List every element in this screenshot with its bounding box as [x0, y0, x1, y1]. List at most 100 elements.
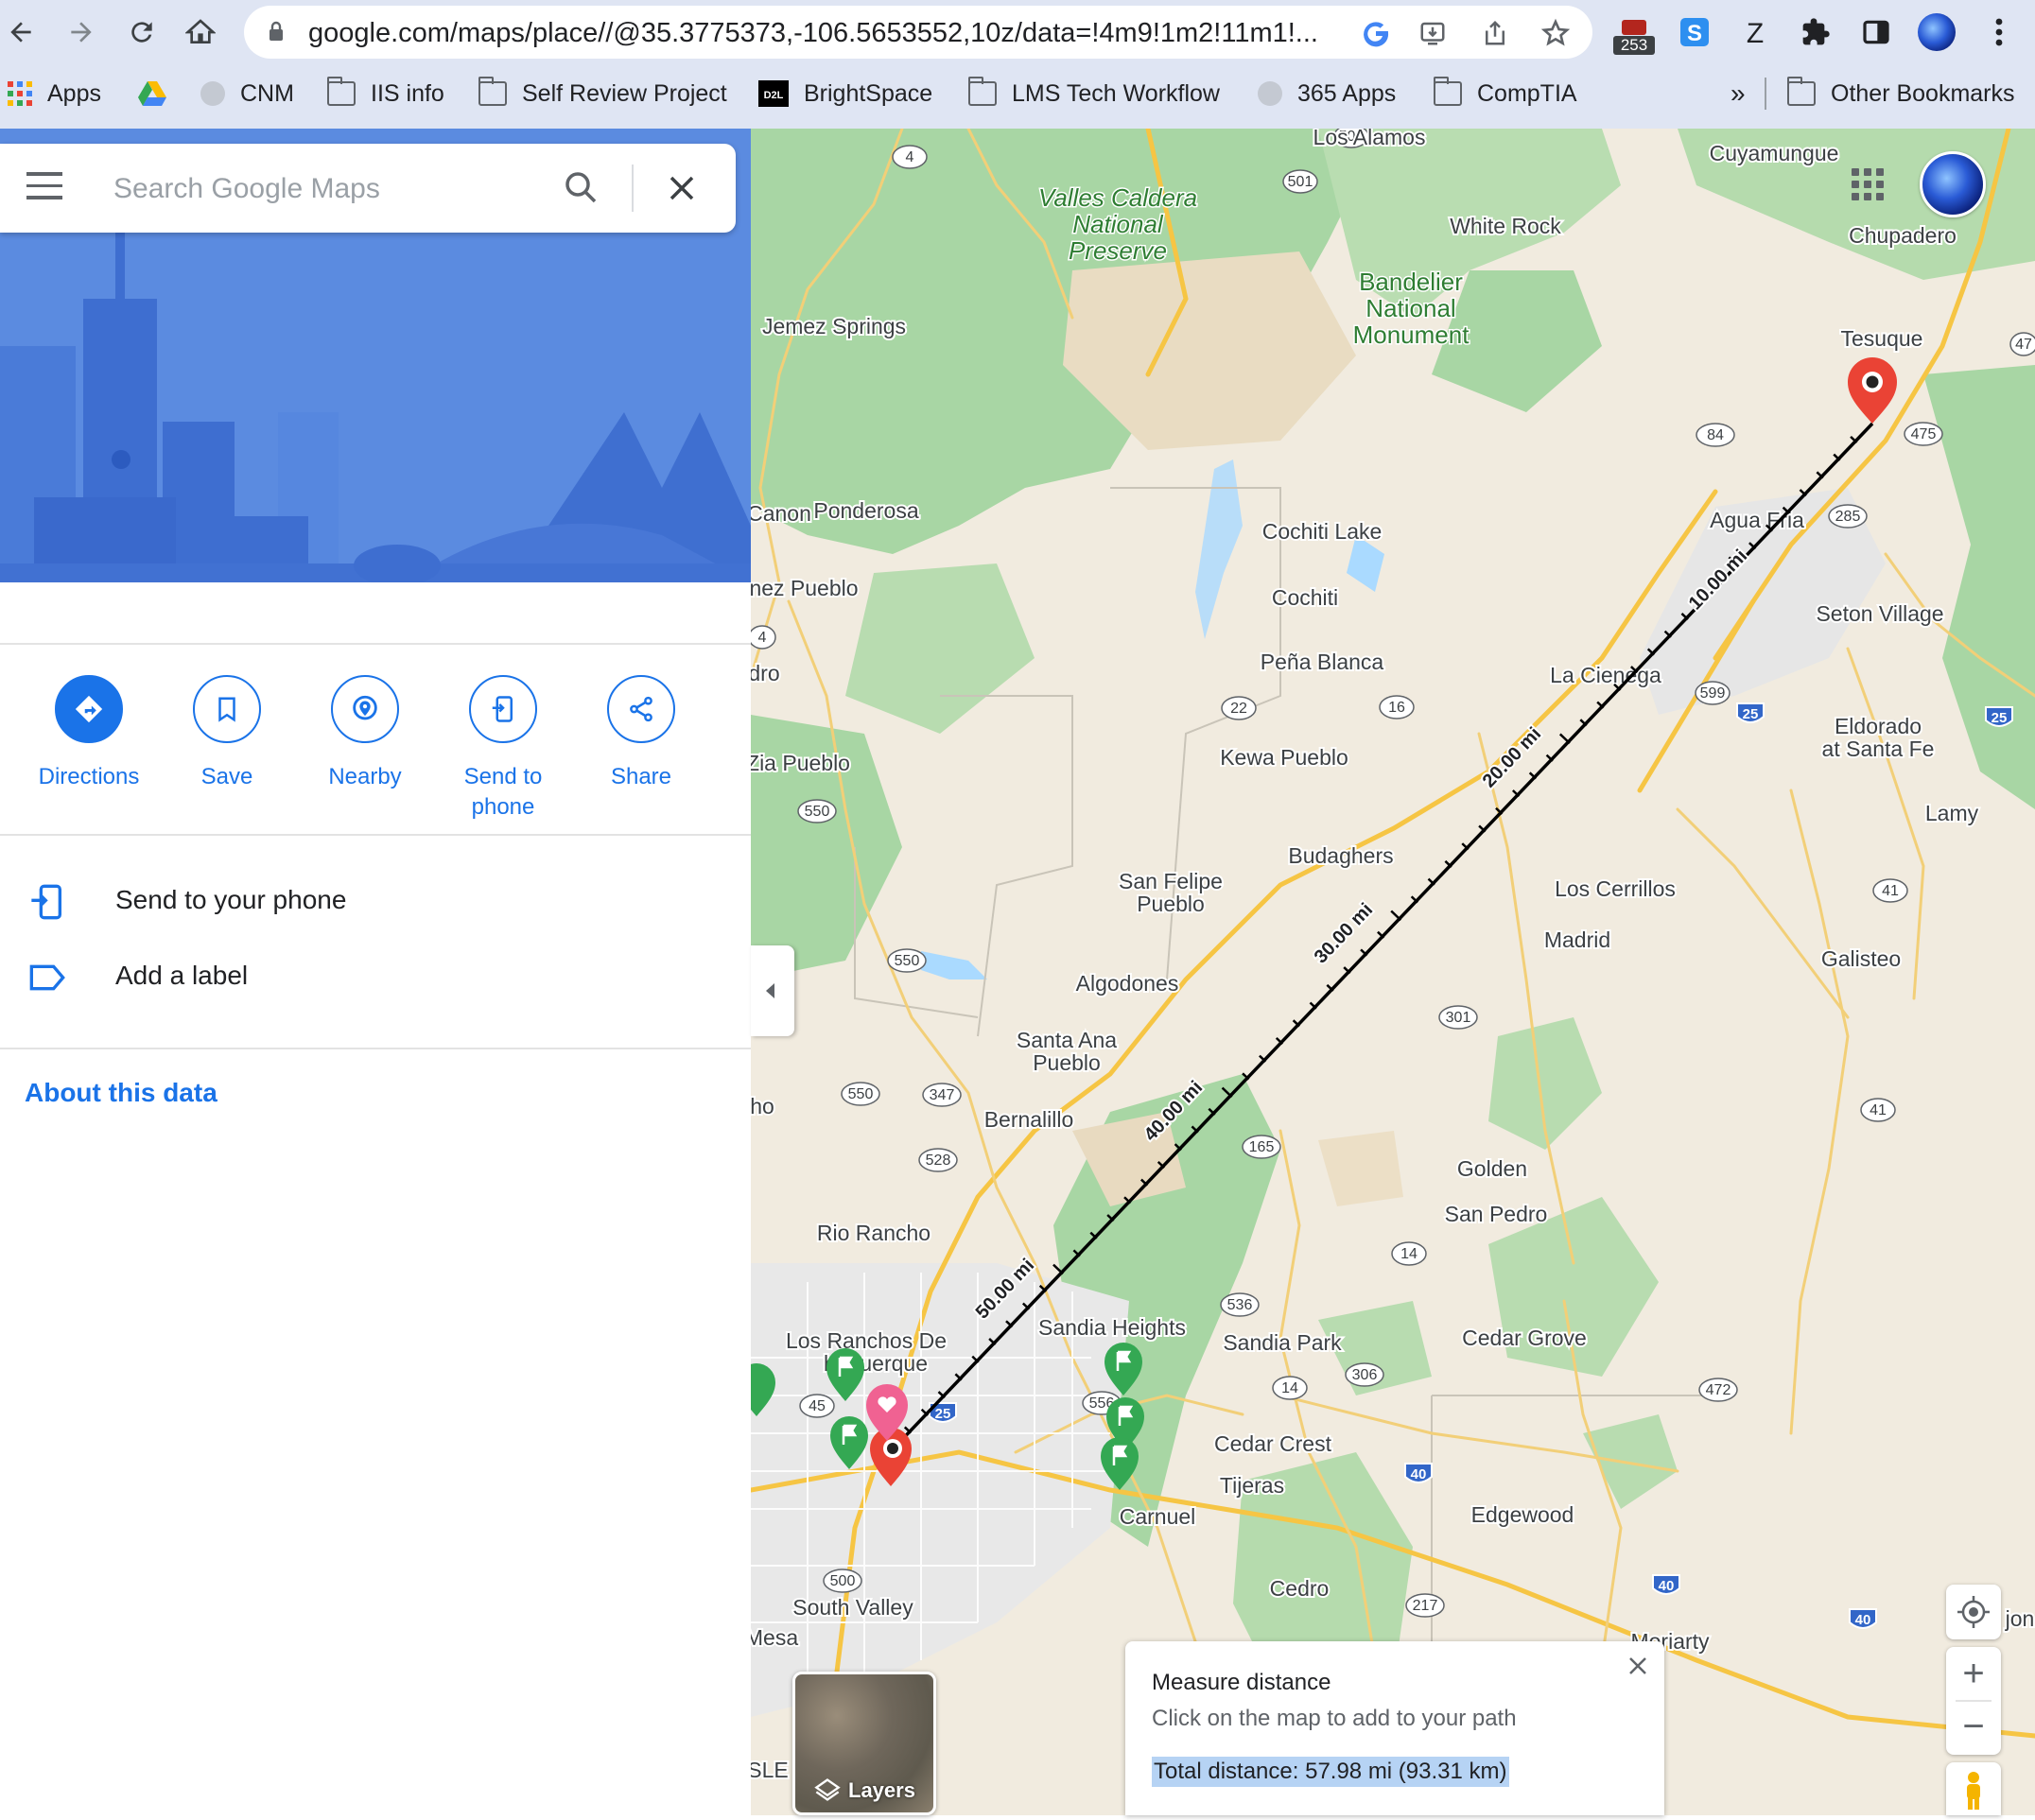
place-label: Tesuque [1841, 326, 1923, 351]
extension-z-icon[interactable]: Z [1734, 11, 1776, 53]
directions-button[interactable]: Directions [23, 675, 155, 792]
extension-s-icon[interactable]: S [1674, 11, 1715, 53]
zoom-in-button[interactable]: + [1946, 1647, 2001, 1700]
save-label: Save [200, 764, 253, 789]
place-label: ho [751, 1094, 774, 1118]
svg-text:347: 347 [930, 1087, 955, 1103]
svg-text:285: 285 [1835, 509, 1861, 525]
reload-icon[interactable] [121, 11, 163, 53]
star-bookmark-icon[interactable] [1539, 17, 1572, 49]
browser-toolbar: google.com/maps/place//@35.3775373,-106.… [0, 0, 2035, 66]
my-location-button[interactable] [1946, 1585, 2001, 1639]
layers-label: Layers [848, 1778, 915, 1802]
bookmark-iis-info[interactable]: IIS info [326, 77, 444, 110]
place-label: La Cienega [1550, 663, 1661, 687]
extension-ip-icon[interactable]: 253 [1613, 11, 1655, 55]
park-label: Monument [1353, 321, 1470, 349]
directions-label: Directions [38, 764, 140, 789]
address-bar[interactable]: google.com/maps/place//@35.3775373,-106.… [244, 6, 1592, 59]
send-to-your-phone-item[interactable]: Send to your phone [0, 868, 751, 934]
place-label: Golden [1457, 1156, 1527, 1181]
bookmark-cnm[interactable]: CNM [200, 78, 294, 110]
search-icon[interactable] [558, 165, 605, 212]
save-button[interactable]: Save [161, 675, 293, 792]
divider [0, 1048, 751, 1049]
svg-text:Z: Z [1747, 18, 1764, 48]
measure-distance-card: Measure distance Click on the map to add… [1125, 1641, 1664, 1815]
lock-icon[interactable] [269, 21, 284, 42]
d2l-icon: D2L [758, 80, 789, 107]
place-label: Cochiti Lake [1262, 519, 1383, 544]
svg-text:550: 550 [848, 1086, 874, 1102]
home-icon[interactable] [180, 11, 221, 53]
side-panel-icon[interactable] [1855, 11, 1897, 53]
install-app-icon[interactable] [1417, 17, 1449, 49]
place-label: San Felipe [1119, 869, 1223, 893]
place-label: Galisteo [1821, 946, 1901, 971]
layers-button[interactable]: Layers [792, 1672, 936, 1815]
bookmark-apps[interactable]: Apps [8, 78, 101, 110]
bookmark-lms-tech-workflow[interactable]: LMS Tech Workflow [967, 77, 1220, 110]
svg-text:306: 306 [1352, 1367, 1378, 1383]
label-icon [29, 964, 65, 991]
svg-text:16: 16 [1388, 700, 1405, 716]
send-to-phone-button[interactable]: Send to phone [437, 675, 569, 823]
puzzle-extensions-icon[interactable] [1795, 11, 1836, 53]
extension-badge: 253 [1613, 36, 1655, 55]
svg-text:41: 41 [1882, 883, 1899, 899]
map-canvas[interactable]: 25 25 25 40 40 40 4 501 502 4 22 16 84 4… [751, 129, 2035, 1815]
svg-text:550: 550 [805, 804, 830, 820]
nearby-icon [331, 675, 399, 743]
nearby-button[interactable]: Nearby [299, 675, 431, 792]
place-label: Tijeras [1220, 1473, 1284, 1498]
google-lens-icon[interactable] [1360, 17, 1392, 49]
profile-avatar-icon[interactable] [1916, 11, 1957, 53]
svg-text:550: 550 [895, 953, 920, 969]
apps-grid-icon [8, 81, 32, 106]
svg-text:25: 25 [1743, 706, 1759, 722]
url-text[interactable]: google.com/maps/place//@35.3775373,-106.… [308, 18, 1348, 49]
bookmark-google-drive[interactable] [138, 78, 182, 110]
bookmark-365-apps[interactable]: 365 Apps [1258, 78, 1396, 110]
place-label: Canon [751, 501, 811, 526]
place-label: Lamy [1925, 801, 1979, 825]
total-distance: Total distance: 57.98 mi (93.31 km) [1152, 1757, 1509, 1787]
account-avatar[interactable] [1920, 151, 1986, 217]
share-button[interactable]: Share [575, 675, 707, 792]
place-label: Santa Ana [1017, 1028, 1117, 1052]
place-side-panel: Directions Save Nearby Send to phone Sha… [0, 129, 751, 1815]
crosshair-icon [1957, 1596, 1990, 1628]
park-label: Bandelier [1359, 268, 1463, 296]
bookmark-other-bookmarks[interactable]: Other Bookmarks [1786, 77, 2015, 110]
google-apps-icon[interactable] [1852, 168, 1884, 200]
about-this-data-link[interactable]: About this data [25, 1078, 217, 1108]
place-label: Zia Pueblo [751, 751, 850, 775]
place-label: Pueblo [1137, 892, 1205, 916]
share-page-icon[interactable] [1479, 17, 1511, 49]
bookmark-label: Other Bookmarks [1831, 79, 2015, 107]
bookmark-brightspace[interactable]: D2L BrightSpace [758, 78, 932, 110]
close-icon[interactable] [658, 165, 705, 212]
back-icon[interactable] [0, 11, 42, 53]
bookmarks-overflow-chevron[interactable]: » [1731, 78, 1746, 110]
place-label: Sandia Heights [1038, 1315, 1186, 1340]
bookmark-self-review-project[interactable]: Self Review Project [478, 77, 727, 110]
forward-icon[interactable] [61, 11, 102, 53]
street-view-pegman-icon[interactable] [1946, 1762, 2001, 1815]
svg-text:47: 47 [2015, 337, 2032, 353]
interstate-25-shield-2: 25 [1985, 706, 2013, 727]
interstate-40-shield-1: 40 [1404, 1463, 1433, 1483]
add-a-label-item[interactable]: Add a label [0, 944, 751, 1010]
globe-icon [200, 81, 225, 106]
divider [0, 834, 751, 836]
bookmark-comptia[interactable]: CompTIA [1433, 77, 1577, 110]
close-icon[interactable] [1621, 1649, 1655, 1683]
search-input[interactable] [113, 165, 530, 214]
map-tiles[interactable]: 25 25 25 40 40 40 4501502 422 16 84 4752… [751, 129, 2035, 1815]
bookmark-label: Apps [47, 79, 101, 107]
svg-text:500: 500 [830, 1573, 856, 1589]
zoom-out-button[interactable]: − [1946, 1702, 2001, 1755]
hamburger-menu-icon[interactable] [26, 172, 64, 204]
collapse-panel-button[interactable] [751, 945, 794, 1036]
browser-menu-icon[interactable] [1978, 11, 2020, 53]
